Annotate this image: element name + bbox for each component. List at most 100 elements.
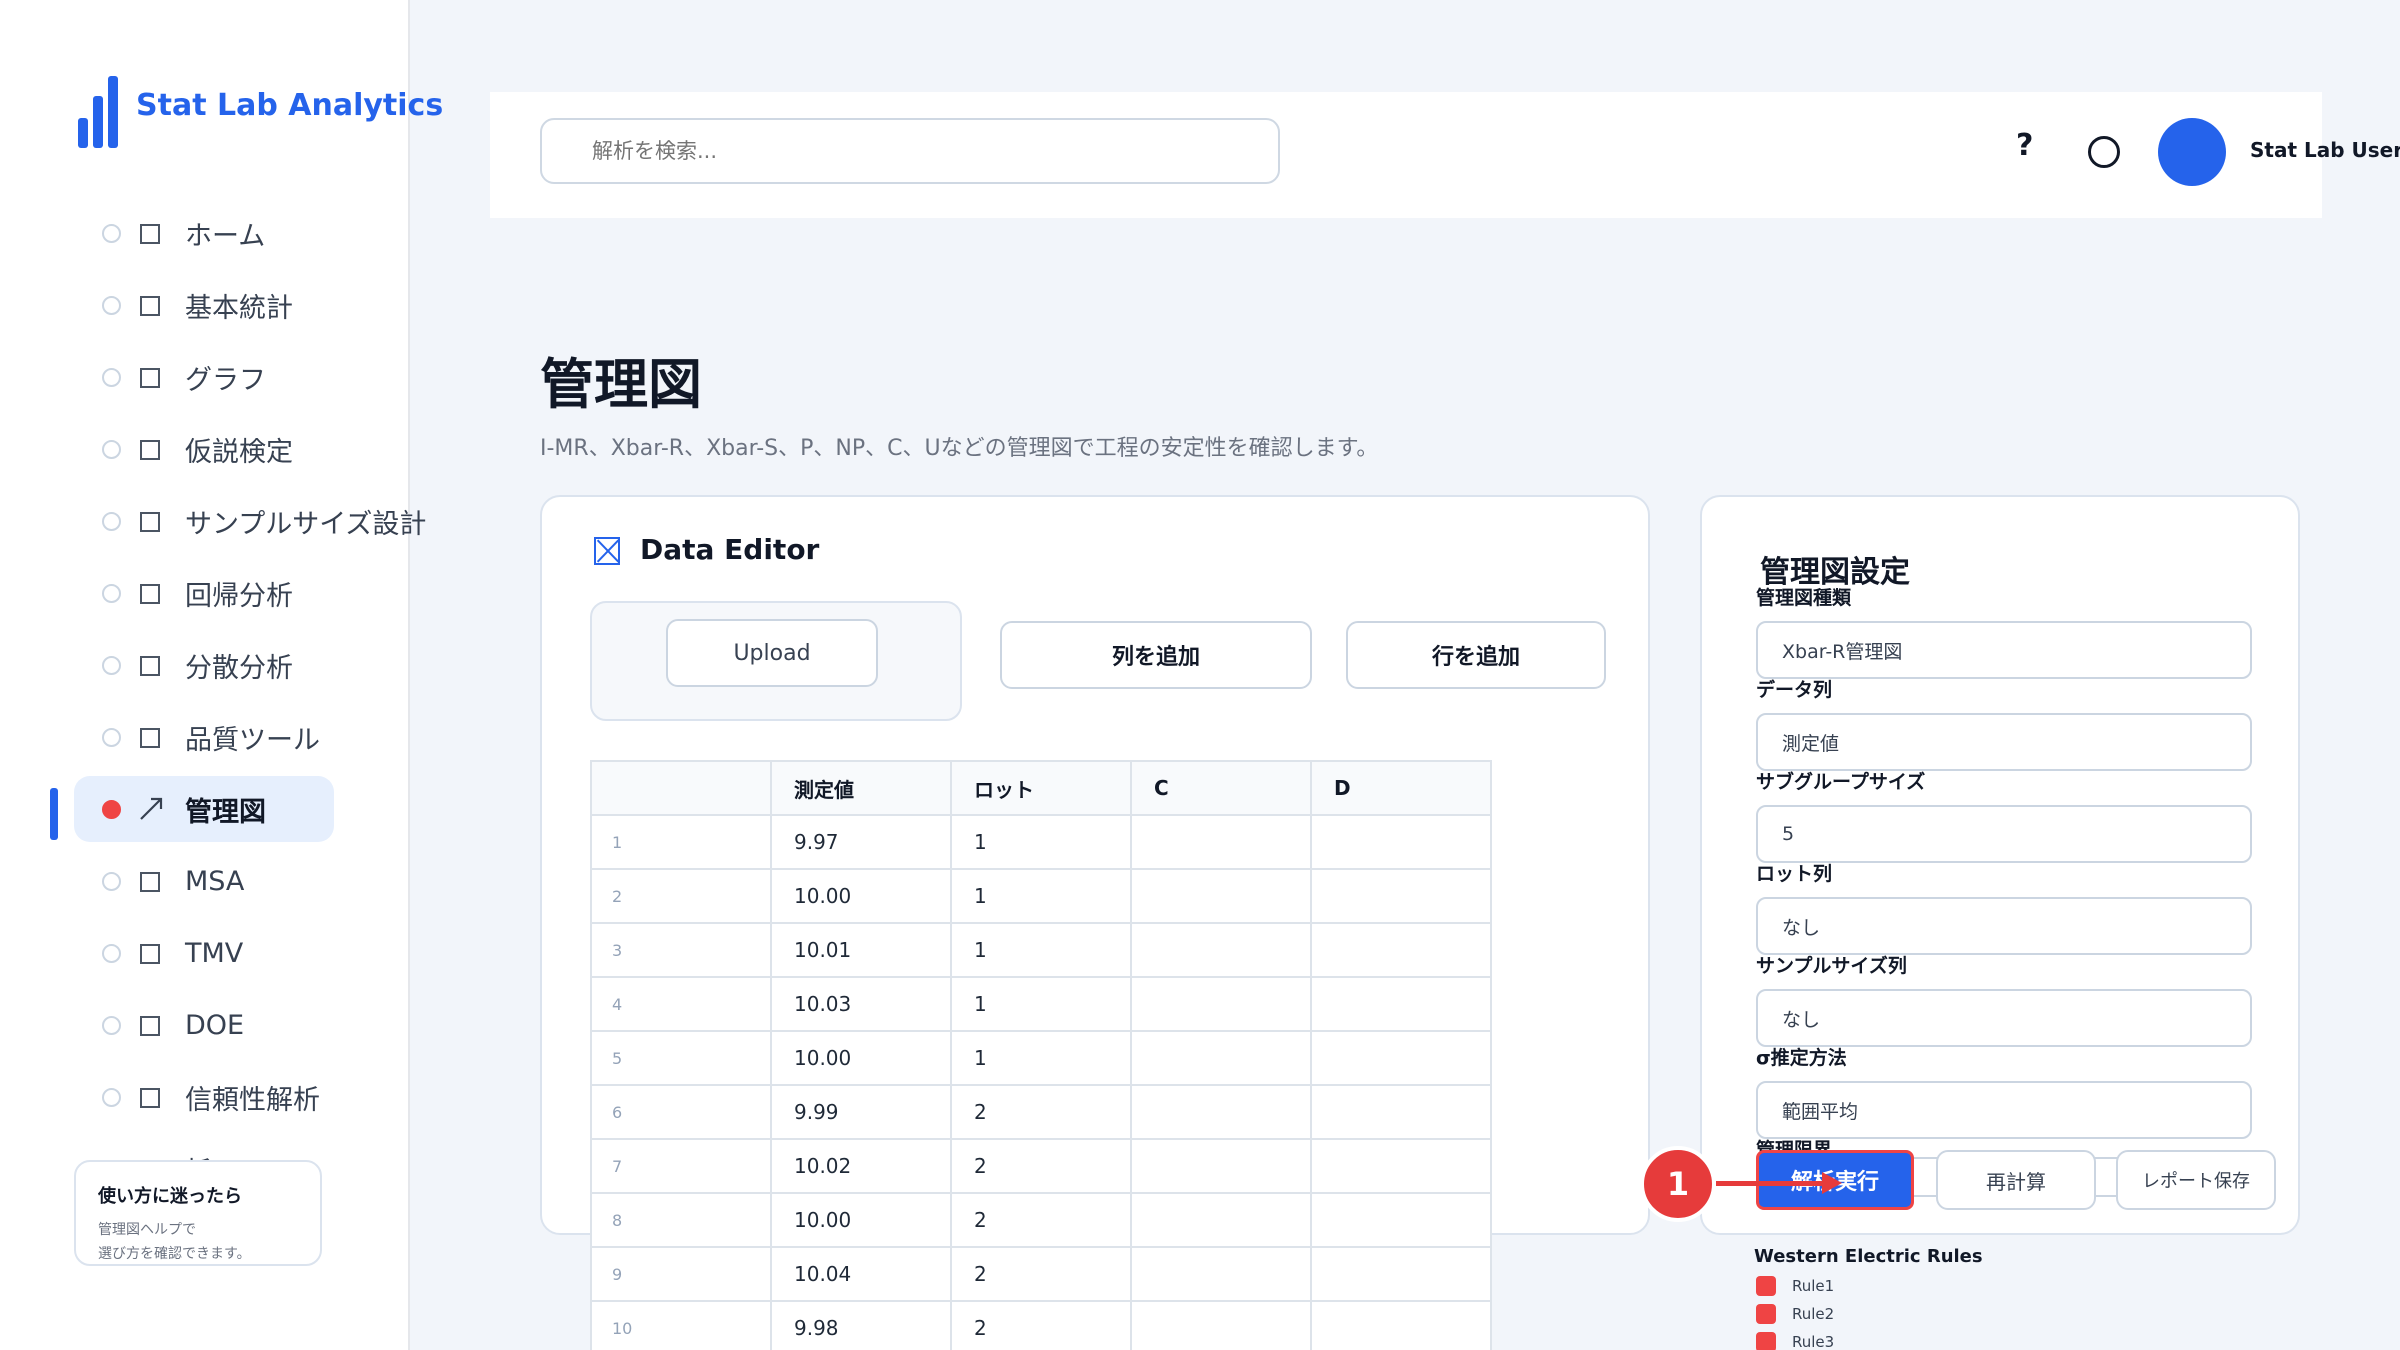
- table-cell[interactable]: [1310, 922, 1492, 978]
- table-cell[interactable]: [1310, 814, 1492, 870]
- table-cell[interactable]: 2: [950, 1084, 1132, 1140]
- square-icon: [140, 656, 160, 676]
- sidebar-item-12[interactable]: 信頼性解析: [74, 1064, 334, 1130]
- trend-arrow-icon: [140, 797, 163, 820]
- table-cell[interactable]: 10.04: [770, 1246, 952, 1302]
- table-cell[interactable]: [1310, 1300, 1492, 1350]
- table-cell[interactable]: 2: [950, 1300, 1132, 1350]
- table-cell[interactable]: 2: [950, 1246, 1132, 1302]
- user-name[interactable]: Stat Lab User: [2250, 138, 2400, 162]
- table-cell[interactable]: [1130, 922, 1312, 978]
- add-row-button[interactable]: 行を追加: [1346, 621, 1606, 689]
- radio-dot-icon: [102, 583, 121, 603]
- table-cell[interactable]: [1310, 868, 1492, 924]
- sidebar-item-3[interactable]: 仮説検定: [74, 416, 334, 482]
- table-cell[interactable]: [1130, 976, 1312, 1032]
- table-cell[interactable]: 9.99: [770, 1084, 952, 1140]
- upload-button[interactable]: Upload: [666, 619, 878, 687]
- sidebar-nav: ホーム 基本統計 グラフ 仮説検定 サンプルサイズ設計 回帰分析 分散分析 品質ツール 管理図 M…: [74, 200, 426, 1208]
- sidebar-item-0[interactable]: ホーム: [74, 200, 334, 266]
- sidebar-item-10[interactable]: TMV: [74, 920, 334, 986]
- table-cell[interactable]: [1130, 1246, 1312, 1302]
- sidebar-item-8[interactable]: 管理図: [74, 776, 334, 842]
- column-header[interactable]: D: [1310, 760, 1492, 816]
- notification-icon[interactable]: [2088, 136, 2120, 168]
- sidebar-item-label: TMV: [185, 937, 244, 969]
- table-cell[interactable]: [1310, 1084, 1492, 1140]
- table-cell[interactable]: 10.00: [770, 1192, 952, 1248]
- checkbox-checked-icon[interactable]: [1756, 1304, 1776, 1324]
- lot-column-select[interactable]: なし: [1756, 897, 2252, 955]
- table-cell[interactable]: 1: [950, 976, 1132, 1032]
- table-cell[interactable]: [1130, 814, 1312, 870]
- table-cell[interactable]: [1130, 1030, 1312, 1086]
- table-cell[interactable]: 1: [950, 868, 1132, 924]
- table-cell[interactable]: 10.00: [770, 868, 952, 924]
- sidebar-item-7[interactable]: 品質ツール: [74, 704, 334, 770]
- square-icon: [140, 1088, 160, 1108]
- help-button[interactable]: ?: [2016, 128, 2033, 163]
- table-cell[interactable]: 1: [950, 922, 1132, 978]
- table-cell[interactable]: [1310, 1246, 1492, 1302]
- search-input[interactable]: [540, 118, 1280, 184]
- table-row: 7 10.02 2: [590, 1138, 1492, 1194]
- radio-dot-icon: [102, 727, 121, 747]
- data-column-select[interactable]: 測定値: [1756, 713, 2252, 771]
- table-cell[interactable]: [1130, 1084, 1312, 1140]
- sidebar-item-11[interactable]: DOE: [74, 992, 334, 1058]
- row-number: 4: [590, 976, 772, 1032]
- sidebar-item-5[interactable]: 回帰分析: [74, 560, 334, 626]
- table-cell[interactable]: 9.98: [770, 1300, 952, 1350]
- table-cell[interactable]: 10.01: [770, 922, 952, 978]
- add-column-button[interactable]: 列を追加: [1000, 621, 1312, 689]
- western-electric-rules-title: Western Electric Rules: [1754, 1246, 1983, 1267]
- chart-type-select[interactable]: Xbar-R管理図: [1756, 621, 2252, 679]
- rule-checkbox-1[interactable]: Rule1: [1756, 1276, 1834, 1296]
- table-cell[interactable]: [1130, 868, 1312, 924]
- recalculate-button[interactable]: 再計算: [1936, 1150, 2096, 1210]
- sidebar-item-label: 信頼性解析: [185, 1084, 320, 1116]
- sigma-method-select[interactable]: 範囲平均: [1756, 1081, 2252, 1139]
- subgroup-size-input[interactable]: 5: [1756, 805, 2252, 863]
- upload-dropzone[interactable]: Upload: [590, 601, 962, 721]
- row-number: 1: [590, 814, 772, 870]
- table-cell[interactable]: [1130, 1300, 1312, 1350]
- sidebar-item-4[interactable]: サンプルサイズ設計: [74, 488, 426, 554]
- table-cell[interactable]: 2: [950, 1138, 1132, 1194]
- sidebar-item-label: DOE: [185, 1009, 245, 1041]
- sample-size-column-select[interactable]: なし: [1756, 989, 2252, 1047]
- data-table: 測定値 ロット C D 1 9.97 1 2 10.00 1 3 10.01 1 4 10.03 1 5 10.…: [590, 760, 1492, 1350]
- column-header[interactable]: [590, 760, 772, 816]
- sidebar-item-1[interactable]: 基本統計: [74, 272, 334, 338]
- save-report-button[interactable]: レポート保存: [2116, 1150, 2276, 1210]
- sidebar-item-2[interactable]: グラフ: [74, 344, 334, 410]
- table-cell[interactable]: 9.97: [770, 814, 952, 870]
- table-cell[interactable]: [1310, 1138, 1492, 1194]
- table-cell[interactable]: 1: [950, 1030, 1132, 1086]
- checkbox-checked-icon[interactable]: [1756, 1332, 1776, 1350]
- app-logo[interactable]: Stat Lab Analytics: [78, 76, 443, 148]
- table-cell[interactable]: [1130, 1138, 1312, 1194]
- table-cell[interactable]: [1310, 976, 1492, 1032]
- table-cell[interactable]: 10.02: [770, 1138, 952, 1194]
- table-cell[interactable]: 2: [950, 1192, 1132, 1248]
- column-header[interactable]: 測定値: [770, 760, 952, 816]
- table-cell[interactable]: 10.03: [770, 976, 952, 1032]
- rule-checkbox-3[interactable]: Rule3: [1756, 1332, 1834, 1350]
- avatar[interactable]: [2158, 118, 2226, 186]
- table-cell[interactable]: [1310, 1192, 1492, 1248]
- sidebar-item-9[interactable]: MSA: [74, 848, 334, 914]
- help-card-text: 管理図ヘルプで 選び方を確認できます。: [98, 1218, 298, 1266]
- checkbox-checked-icon[interactable]: [1756, 1276, 1776, 1296]
- table-cell[interactable]: [1130, 1192, 1312, 1248]
- table-cell[interactable]: [1310, 1030, 1492, 1086]
- column-header[interactable]: ロット: [950, 760, 1132, 816]
- table-cell[interactable]: 10.00: [770, 1030, 952, 1086]
- subgroup-size-label: サブグループサイズ: [1756, 771, 1926, 793]
- column-header[interactable]: C: [1130, 760, 1312, 816]
- sidebar-item-6[interactable]: 分散分析: [74, 632, 334, 698]
- table-cell[interactable]: 1: [950, 814, 1132, 870]
- help-card[interactable]: 使い方に迷ったら 管理図ヘルプで 選び方を確認できます。: [74, 1160, 322, 1266]
- rule-checkbox-2[interactable]: Rule2: [1756, 1304, 1834, 1324]
- row-number: 5: [590, 1030, 772, 1086]
